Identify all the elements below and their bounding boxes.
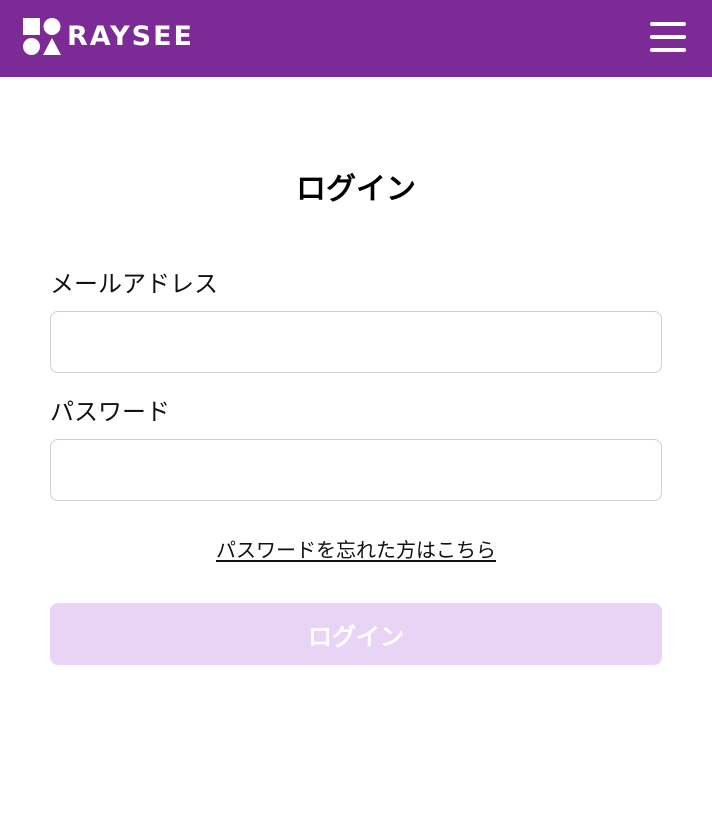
brand-name[interactable]: RAYSEE — [67, 18, 194, 56]
top-header: RAYSEE — [0, 0, 712, 77]
login-button[interactable]: ログイン — [50, 603, 662, 665]
email-label: メールアドレス — [50, 270, 218, 298]
forgot-password-row: パスワードを忘れた方はこちら — [0, 536, 712, 564]
forgot-password-link[interactable]: パスワードを忘れた方はこちら — [216, 538, 496, 562]
menu-bar-middle — [650, 35, 686, 39]
menu-bar-top — [650, 22, 686, 26]
password-label: パスワード — [50, 398, 170, 426]
email-field[interactable] — [50, 311, 662, 373]
hamburger-menu-icon[interactable] — [648, 20, 688, 54]
raysee-logo-icon[interactable] — [23, 18, 61, 55]
menu-bar-bottom — [650, 48, 686, 52]
password-field[interactable] — [50, 439, 662, 501]
page-title: ログイン — [296, 172, 416, 207]
